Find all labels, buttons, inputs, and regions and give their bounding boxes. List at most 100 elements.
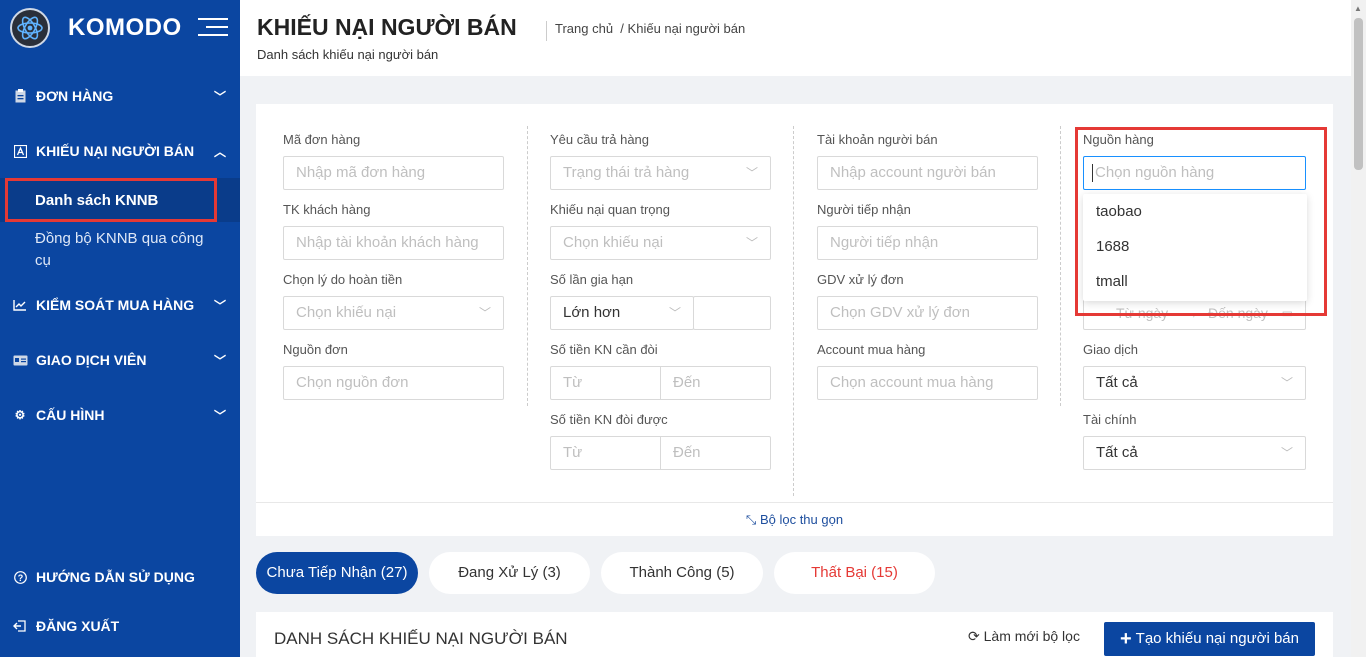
scroll-up-arrow-icon[interactable]: ▲ xyxy=(1354,4,1362,13)
chevron-down-icon: ﹀ xyxy=(668,306,681,320)
list-title: DANH SÁCH KHIẾU NẠI NGƯỜI BÁN xyxy=(274,629,568,648)
sidebar-item-logout[interactable]: ĐĂNG XUẤT xyxy=(0,608,240,644)
page-header: KHIẾU NẠI NGƯỜI BÁN Danh sách khiếu nại … xyxy=(240,0,1351,76)
complaint-list-card: DANH SÁCH KHIẾU NẠI NGƯỜI BÁN ⟳ Làm mới … xyxy=(256,612,1333,657)
order-source-label: Nguồn đơn xyxy=(283,342,348,357)
claimed-amount-from[interactable]: Từ xyxy=(563,444,582,461)
tab-success[interactable]: Thành Công (5) xyxy=(601,552,763,594)
letter-a-icon xyxy=(12,143,28,159)
refresh-icon: ⟳ xyxy=(968,628,980,644)
card-icon xyxy=(12,352,28,368)
order-source-input[interactable]: Chọn nguồn đơn xyxy=(283,366,504,400)
customer-label: TK khách hàng xyxy=(283,202,371,217)
tab-failed[interactable]: Thất Bại (15) xyxy=(774,552,935,594)
gdv-input[interactable]: Chọn GDV xử lý đơn xyxy=(817,296,1038,330)
sidebar-item-label: HƯỚNG DẪN SỬ DỤNG xyxy=(36,569,195,585)
sidebar-item-label: KIỂM SOÁT MUA HÀNG xyxy=(36,297,195,313)
sidebar: KOMODO ĐƠN HÀNG ﹀ KHIẾU NẠI NGƯỜI BÁN ︿ … xyxy=(0,0,240,657)
breadcrumb-separator: / xyxy=(620,21,624,36)
sidebar-item-label: ĐĂNG XUẤT xyxy=(36,618,120,634)
refund-reason-select[interactable]: Chọn khiếu nại ﹀ xyxy=(283,296,504,330)
return-request-label: Yêu cầu trả hàng xyxy=(550,132,650,147)
chevron-down-icon: ﹀ xyxy=(478,306,491,320)
sidebar-item-config[interactable]: ⚙ CẤU HÌNH ﹀ xyxy=(0,397,240,433)
important-label: Khiếu nại quan trọng xyxy=(550,202,670,217)
brand: KOMODO xyxy=(0,0,240,56)
tab-not-received[interactable]: Chưa Tiếp Nhận (27) xyxy=(256,552,418,594)
highlight-box-sidebar xyxy=(5,178,217,222)
breadcrumb-home[interactable]: Trang chủ xyxy=(555,21,613,36)
clipboard-icon xyxy=(12,88,28,104)
transaction-select[interactable]: Tất cả ﹀ xyxy=(1083,366,1306,400)
claimed-amount-range[interactable]: Từ Đến xyxy=(550,436,771,470)
sidebar-item-purchase-control[interactable]: KIỂM SOÁT MUA HÀNG ﹀ xyxy=(0,287,240,323)
scrollbar[interactable]: ▲ xyxy=(1351,0,1366,657)
chart-icon xyxy=(12,297,28,313)
page-title: KHIẾU NẠI NGƯỜI BÁN xyxy=(257,14,517,40)
collapse-filter-toggle[interactable]: ⤡ Bộ lọc thu gọn xyxy=(256,502,1333,536)
claimed-amount-label: Số tiền KN đòi được xyxy=(550,412,668,427)
customer-input[interactable]: Nhập tài khoản khách hàng xyxy=(283,226,504,260)
plus-icon: + xyxy=(1119,628,1132,650)
receiver-input[interactable]: Người tiếp nhận xyxy=(817,226,1038,260)
return-request-select[interactable]: Trạng thái trả hàng ﹀ xyxy=(550,156,771,190)
sidebar-item-label: CẤU HÌNH xyxy=(36,407,105,423)
order-code-label: Mã đơn hàng xyxy=(283,132,361,147)
order-code-input[interactable]: Nhập mã đơn hàng xyxy=(283,156,504,190)
collapse-arrows-icon: ⤡ xyxy=(745,512,757,527)
seller-account-input[interactable]: Nhập account người bán xyxy=(817,156,1038,190)
important-select[interactable]: Chọn khiếu nại ﹀ xyxy=(550,226,771,260)
column-divider xyxy=(527,126,528,406)
sidebar-item-label: KHIẾU NẠI NGƯỜI BÁN xyxy=(36,143,195,159)
chevron-down-icon: ﹀ xyxy=(1280,446,1293,460)
gear-icon: ⚙ xyxy=(14,408,26,422)
chevron-down-icon: ﹀ xyxy=(213,90,226,104)
claim-amount-to[interactable]: Đến xyxy=(673,367,701,399)
sidebar-subitem-sync-knnb[interactable]: Đồng bộ KNNB qua công cụ xyxy=(0,228,240,272)
sidebar-item-seller-complaints[interactable]: KHIẾU NẠI NGƯỜI BÁN ︿ xyxy=(0,133,240,169)
logout-icon xyxy=(12,618,28,634)
chevron-up-icon: ︿ xyxy=(213,145,226,159)
tab-processing[interactable]: Đang Xử Lý (3) xyxy=(429,552,590,594)
sidebar-item-label: GIAO DỊCH VIÊN xyxy=(36,352,147,368)
claim-amount-label: Số tiền KN cần đòi xyxy=(550,342,658,357)
extend-count-label: Số lần gia hạn xyxy=(550,272,634,287)
page-subtitle: Danh sách khiếu nại người bán xyxy=(257,47,439,62)
create-complaint-button[interactable]: + Tạo khiếu nại người bán xyxy=(1104,622,1315,656)
finance-select[interactable]: Tất cả ﹀ xyxy=(1083,436,1306,470)
chevron-down-icon: ﹀ xyxy=(213,354,226,368)
breadcrumb-current: Khiếu nại người bán xyxy=(627,21,746,36)
chevron-down-icon: ﹀ xyxy=(1280,376,1293,390)
refund-reason-label: Chọn lý do hoàn tiền xyxy=(283,272,403,287)
svg-text:?: ? xyxy=(17,572,23,582)
extend-count-input[interactable] xyxy=(693,296,771,330)
claim-amount-from[interactable]: Từ xyxy=(563,374,582,391)
chevron-down-icon: ﹀ xyxy=(745,166,758,180)
sidebar-item-help[interactable]: ? HƯỚNG DẪN SỬ DỤNG xyxy=(0,559,240,595)
finance-label: Tài chính xyxy=(1083,412,1137,427)
purchase-account-input[interactable]: Chọn account mua hàng xyxy=(817,366,1038,400)
transaction-label: Giao dịch xyxy=(1083,342,1138,357)
chevron-down-icon: ﹀ xyxy=(213,409,226,423)
extend-count-operator-select[interactable]: Lớn hơn ﹀ xyxy=(550,296,694,330)
seller-account-label: Tài khoản người bán xyxy=(817,132,938,147)
breadcrumb: Trang chủ / Khiếu nại người bán xyxy=(546,21,745,41)
column-divider xyxy=(1060,126,1061,406)
sidebar-item-orders[interactable]: ĐƠN HÀNG ﹀ xyxy=(0,78,240,114)
komodo-logo-icon xyxy=(10,8,50,48)
claim-amount-range[interactable]: Từ Đến xyxy=(550,366,771,400)
chevron-down-icon: ﹀ xyxy=(213,299,226,313)
sidebar-item-label: ĐƠN HÀNG xyxy=(36,88,114,104)
help-icon: ? xyxy=(12,569,28,585)
menu-toggle-icon[interactable] xyxy=(198,18,228,38)
highlight-box-goods-source xyxy=(1075,127,1327,316)
refresh-filter-button[interactable]: ⟳ Làm mới bộ lọc xyxy=(968,628,1080,645)
receiver-label: Người tiếp nhận xyxy=(817,202,911,217)
purchase-account-label: Account mua hàng xyxy=(817,342,926,357)
column-divider xyxy=(793,126,794,496)
chevron-down-icon: ﹀ xyxy=(745,236,758,250)
scrollbar-thumb[interactable] xyxy=(1354,18,1363,170)
brand-name: KOMODO xyxy=(68,14,182,41)
sidebar-item-traders[interactable]: GIAO DỊCH VIÊN ﹀ xyxy=(0,342,240,378)
claimed-amount-to[interactable]: Đến xyxy=(673,437,701,469)
